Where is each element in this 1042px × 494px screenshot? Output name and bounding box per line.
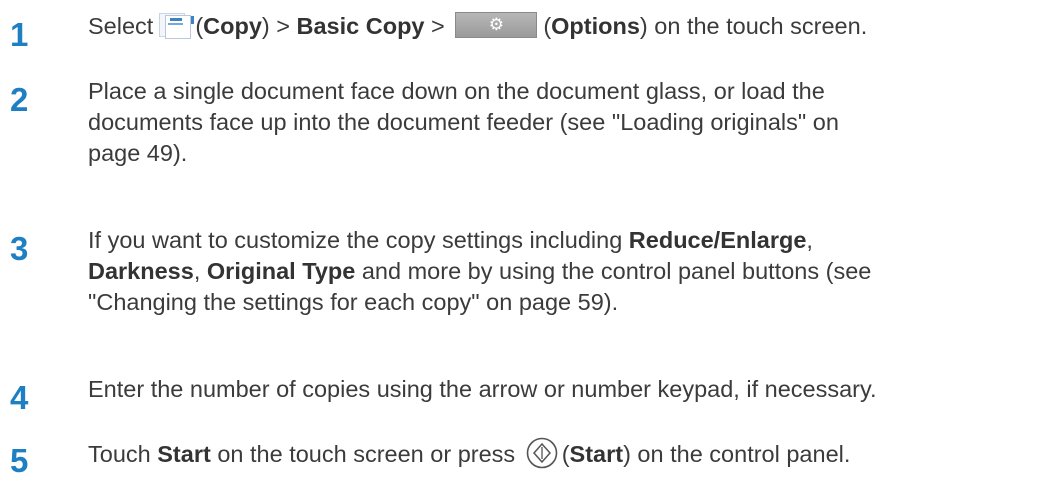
comma: ,: [193, 258, 207, 284]
step-text: Enter the number of copies using the arr…: [88, 376, 877, 402]
copy-label: Copy: [203, 13, 262, 39]
step-text-line: If you want to customize the copy settin…: [88, 225, 1038, 256]
paren-open: (: [543, 13, 552, 39]
start-label: Start: [157, 441, 211, 467]
step-text-line: Darkness, Original Type and more by usin…: [88, 256, 1038, 287]
step-text-segment: ) on the touch screen.: [639, 13, 868, 39]
step-number: 1: [10, 16, 29, 53]
step-text-segment: If you want to customize the copy settin…: [88, 227, 629, 253]
paren-open: (: [561, 441, 570, 467]
copy-icon: [157, 12, 195, 39]
step-text: If you want to customize the copy settin…: [88, 225, 1038, 318]
darkness-label: Darkness: [88, 258, 194, 284]
step-text: Place a single document face down on the…: [88, 76, 1038, 169]
step-text: Touch Start on the touch screen or press…: [88, 437, 1038, 470]
step-number: 5: [10, 442, 29, 479]
step-text-segment: on the touch screen or press: [210, 441, 522, 467]
step-text-segment: Select: [88, 13, 154, 39]
step-text-segment: ) on the control panel.: [623, 441, 851, 467]
start-label: Start: [569, 441, 624, 467]
basic-copy-label: Basic Copy: [296, 13, 425, 39]
step-text-line: page 49).: [88, 140, 188, 166]
step-number: 4: [10, 379, 29, 416]
step-text-line: documents face up into the document feed…: [88, 109, 839, 135]
reduce-enlarge-label: Reduce/Enlarge: [628, 227, 807, 253]
step-number: 3: [10, 230, 29, 267]
options-button-image: ⚙: [455, 12, 538, 38]
step-text: Select (Copy) > Basic Copy > ⚙ (Options) o…: [88, 11, 1038, 42]
gear-icon: ⚙: [488, 15, 504, 35]
step-text-line: "Changing the settings for each copy" on…: [88, 289, 619, 315]
separator: >: [424, 13, 452, 39]
separator: ) >: [261, 13, 297, 39]
step-text-line: Place a single document face down on the…: [88, 78, 825, 104]
options-label: Options: [551, 13, 640, 39]
step-text-segment: and more by using the control panel butt…: [355, 258, 872, 284]
comma: ,: [806, 227, 813, 253]
step-number: 2: [10, 81, 29, 118]
start-button-icon: [526, 437, 558, 469]
original-type-label: Original Type: [206, 258, 356, 284]
paren-open: (: [195, 13, 204, 39]
step-text-segment: Touch: [88, 441, 158, 467]
